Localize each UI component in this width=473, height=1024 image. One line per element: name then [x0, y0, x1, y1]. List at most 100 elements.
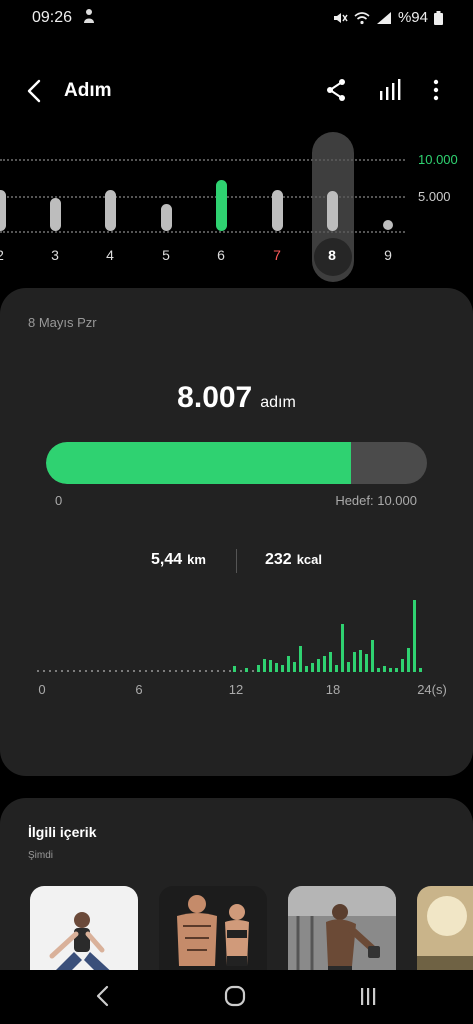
hourly-dot [66, 670, 69, 672]
hourly-bar [335, 665, 339, 672]
battery-icon [434, 10, 443, 25]
daily-steps-strip[interactable]: 10.000 5.000 2 3 4 5 6 7 8 9 [0, 128, 473, 288]
day-bar[interactable] [105, 190, 116, 231]
hourly-bar [293, 662, 297, 672]
back-arrow-icon[interactable] [20, 76, 50, 106]
share-icon[interactable] [322, 76, 350, 104]
hourly-dot [216, 670, 219, 672]
day-label[interactable]: 7 [265, 247, 289, 263]
person-emoji-icon [82, 8, 96, 29]
hourly-dot [48, 670, 51, 672]
hourly-bar [389, 668, 393, 672]
system-nav-bar [0, 970, 473, 1024]
hourly-dot [222, 670, 225, 672]
hourly-bar [245, 668, 249, 672]
day-bar[interactable] [327, 191, 338, 231]
steps-unit: adım [260, 394, 296, 411]
hourly-bar [419, 668, 422, 672]
day-label[interactable]: 2 [0, 247, 12, 263]
hourly-dot [132, 670, 135, 672]
hourly-dot [72, 670, 75, 672]
nav-back-icon[interactable] [92, 984, 114, 1008]
hourly-dot [186, 670, 189, 672]
hourly-dot [150, 670, 153, 672]
goal-line-10000 [0, 159, 405, 161]
hourly-dot [228, 670, 231, 672]
hourly-bar [233, 666, 237, 672]
daily-summary-card: 8 Mayıs Pzr 8.007 adım 0 Hedef: 10.000 5,… [0, 288, 473, 776]
day-label[interactable]: 8 [320, 247, 344, 263]
hourly-dot [37, 670, 39, 672]
hourly-dot [198, 670, 201, 672]
hourly-bar [287, 656, 291, 672]
calories-value: 232 [265, 551, 292, 568]
progress-min-label: 0 [55, 493, 63, 508]
day-dot[interactable] [383, 220, 393, 230]
hourly-bar [311, 663, 315, 672]
hourly-dot [180, 670, 183, 672]
nav-recent-icon[interactable] [356, 984, 380, 1008]
hourly-axis-label: 24(s) [417, 682, 447, 697]
day-bar[interactable] [50, 198, 61, 231]
mute-icon [333, 12, 348, 23]
day-label[interactable]: 6 [209, 247, 233, 263]
hourly-axis-label: 0 [38, 682, 46, 697]
status-time: 09:26 [32, 9, 73, 26]
summary-date: 8 Mayıs Pzr [28, 315, 97, 330]
day-bar[interactable] [161, 204, 172, 231]
battery-text: %94 [397, 9, 428, 26]
hourly-bar [299, 646, 303, 672]
day-label[interactable]: 4 [98, 247, 122, 263]
steps-total: 8.007 adım [0, 381, 473, 415]
day-bar[interactable] [0, 190, 6, 231]
hourly-bar [359, 650, 363, 672]
day-bar[interactable] [216, 180, 227, 231]
hourly-dot [210, 670, 213, 672]
hourly-dot [108, 670, 111, 672]
hourly-bar [395, 668, 399, 672]
steps-progress-fill [46, 442, 351, 484]
hourly-dot [90, 670, 93, 672]
wifi-icon [354, 11, 370, 24]
hourly-axis-label: 12 [228, 682, 244, 697]
related-subtitle: Şimdi [28, 850, 54, 861]
hourly-dot [84, 670, 87, 672]
hourly-dot [240, 670, 243, 672]
hourly-bar [305, 666, 309, 672]
hourly-bar [413, 600, 417, 672]
hourly-bar [329, 652, 333, 672]
status-icons: %94 [332, 9, 443, 26]
hourly-bar [371, 640, 375, 672]
status-bar: 09:26 %94 [0, 0, 473, 36]
day-label[interactable]: 3 [43, 247, 67, 263]
hourly-dot [192, 670, 195, 672]
day-label[interactable]: 5 [154, 247, 178, 263]
hourly-dot [96, 670, 99, 672]
hourly-bar [281, 665, 285, 672]
hourly-bar [257, 665, 261, 672]
hourly-bar [353, 652, 357, 672]
hourly-bar [269, 660, 273, 672]
hourly-bar [341, 624, 345, 672]
nav-home-icon[interactable] [223, 984, 247, 1008]
hourly-bar [383, 666, 387, 672]
more-vert-icon[interactable] [424, 76, 448, 104]
hourly-bar [347, 662, 351, 672]
hourly-bar [275, 663, 279, 672]
hourly-dot [168, 670, 171, 672]
hourly-dot [138, 670, 141, 672]
progress-goal-label: Hedef: 10.000 [335, 493, 417, 508]
hourly-bar [263, 659, 267, 672]
hourly-dot [42, 670, 45, 672]
related-title: İlgili içerik [28, 824, 97, 840]
hourly-dot [156, 670, 159, 672]
hourly-axis-label: 18 [325, 682, 341, 697]
bar-chart-icon[interactable] [376, 76, 404, 104]
hourly-dot [252, 670, 255, 672]
day-label[interactable]: 9 [376, 247, 400, 263]
hourly-bar [317, 659, 321, 672]
hourly-dot [174, 670, 177, 672]
day-bar[interactable] [272, 190, 283, 231]
hourly-dot [78, 670, 81, 672]
hourly-dot [204, 670, 207, 672]
